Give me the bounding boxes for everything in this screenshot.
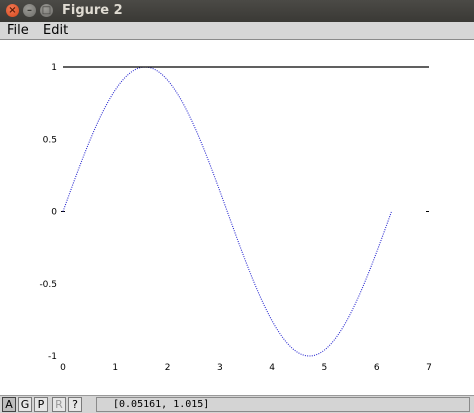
autoscale-button[interactable]: A: [2, 397, 16, 412]
y-tick-label: 1: [51, 63, 57, 73]
x-tick-label: 2: [165, 363, 171, 373]
maximize-icon[interactable]: □: [40, 4, 53, 17]
x-tick-label: 5: [322, 363, 328, 373]
sine-curve: [62, 66, 393, 357]
x-tick-label: 4: [269, 363, 275, 373]
window-title: Figure 2: [62, 3, 123, 18]
y-tick-label: 0: [51, 208, 57, 218]
x-tick-label: 7: [426, 363, 432, 373]
close-icon[interactable]: ×: [6, 4, 19, 17]
y-tick-label: 0.5: [43, 135, 57, 145]
rotate-button[interactable]: R: [52, 397, 66, 412]
status-bar: A G P R ? [0.05161, 1.015]: [0, 395, 474, 413]
x-tick-label: 1: [112, 363, 118, 373]
help-button[interactable]: ?: [68, 397, 82, 412]
plot-area[interactable]: 0 1 2 3 4 5 6 7 1 0.5 0 -0.5 -1: [0, 40, 474, 395]
x-tick-label: 0: [60, 363, 66, 373]
title-bar: × – □ Figure 2: [0, 0, 474, 22]
menu-bar: File Edit: [0, 22, 474, 40]
grid-button[interactable]: G: [18, 397, 32, 412]
coordinate-readout: [0.05161, 1.015]: [96, 397, 470, 412]
y-tick-label: -0.5: [39, 280, 57, 290]
x-tick-label: 3: [217, 363, 223, 373]
menu-edit[interactable]: Edit: [43, 23, 68, 38]
minimize-icon[interactable]: –: [23, 4, 36, 17]
menu-file[interactable]: File: [7, 23, 29, 38]
print-button[interactable]: P: [34, 397, 48, 412]
x-tick-label: 6: [374, 363, 380, 373]
y-tick-label: -1: [48, 352, 57, 362]
